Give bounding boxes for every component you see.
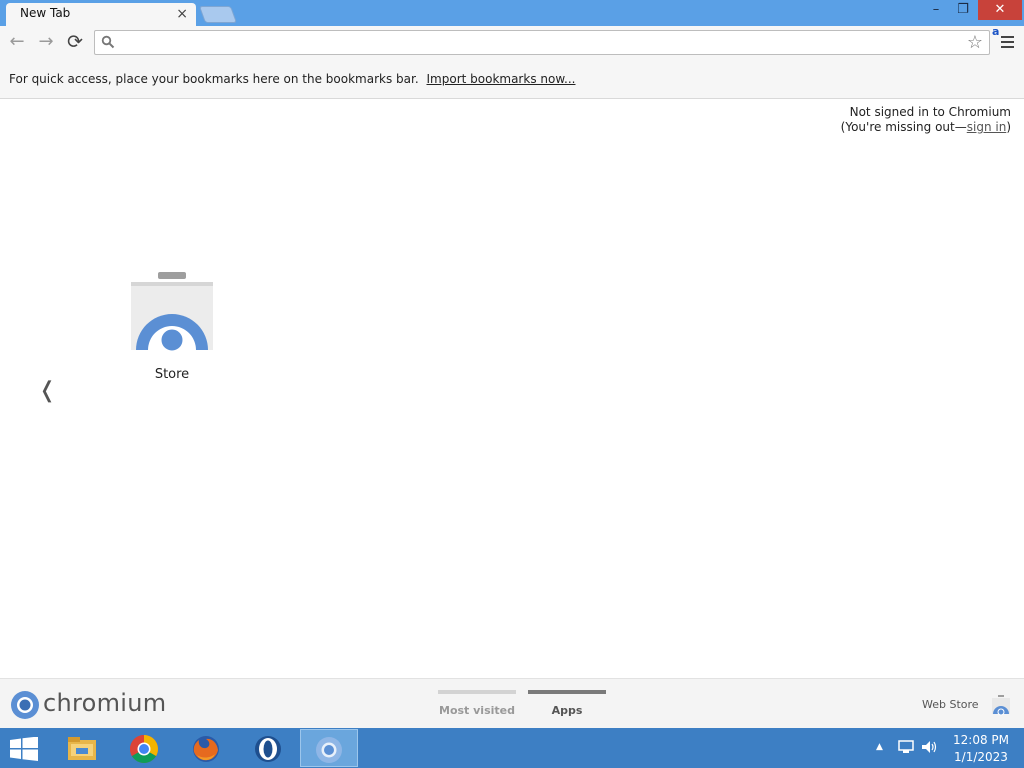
search-icon (101, 35, 115, 49)
network-icon[interactable] (898, 740, 914, 754)
signin-suffix: ) (1006, 120, 1011, 134)
store-app-tile[interactable]: Store (128, 270, 216, 382)
opera-icon (255, 736, 281, 762)
taskbar-file-explorer[interactable] (54, 729, 110, 767)
web-store-small-icon[interactable] (990, 694, 1012, 716)
tray-up-icon[interactable]: ▲ (876, 742, 883, 752)
bookmark-star-icon[interactable]: ☆ (967, 32, 983, 53)
restore-button[interactable]: ❐ (950, 0, 976, 20)
taskbar-opera[interactable] (240, 729, 296, 767)
reload-button[interactable]: ⟳ (63, 31, 87, 55)
new-tab-button[interactable] (198, 6, 238, 23)
minimize-button[interactable]: – (922, 0, 950, 20)
previous-page-arrow[interactable]: ❬ (38, 378, 56, 403)
tab-new-tab[interactable]: New Tab × (6, 3, 196, 26)
chromium-icon (316, 737, 342, 763)
store-app-label: Store (154, 367, 190, 382)
taskbar-chrome[interactable] (116, 729, 172, 767)
tab-title: New Tab (20, 6, 71, 20)
close-window-button[interactable]: ✕ (978, 0, 1022, 20)
menu-icon[interactable] (1001, 36, 1014, 51)
clock-date: 1/1/2023 (954, 750, 1008, 764)
extension-icon[interactable]: a (992, 25, 999, 38)
bookmarks-bar-message: For quick access, place your bookmarks h… (9, 72, 419, 86)
omnibox-input[interactable] (119, 33, 959, 52)
apps-label: Apps (551, 704, 583, 717)
most-visited-tab[interactable]: Most visited (438, 690, 516, 717)
sign-in-link[interactable]: sign in (967, 120, 1007, 134)
volume-icon[interactable] (921, 740, 939, 754)
apps-tab[interactable]: Apps (528, 690, 606, 717)
signin-notice: Not signed in to Chromium (You're missin… (841, 105, 1011, 135)
import-bookmarks-link[interactable]: Import bookmarks now... (427, 72, 576, 86)
taskbar-chromium[interactable] (300, 729, 358, 767)
omnibox[interactable]: ☆ (94, 30, 990, 55)
web-store-icon (131, 272, 213, 354)
chrome-icon (130, 735, 158, 763)
clock-time: 12:08 PM (953, 733, 1009, 747)
bookmarks-bar: For quick access, place your bookmarks h… (0, 60, 1024, 99)
taskbar-clock[interactable]: 12:08 PM 1/1/2023 (944, 732, 1018, 766)
chromium-logo-icon (11, 691, 39, 719)
forward-button[interactable]: → (34, 31, 58, 55)
title-bar: New Tab × – ❐ ✕ (0, 0, 1024, 26)
chromium-wordmark: chromium (43, 689, 167, 717)
web-store-link[interactable]: Web Store (922, 698, 979, 711)
most-visited-label: Most visited (439, 704, 515, 717)
toolbar: ← → ⟳ ☆ a (0, 25, 1024, 60)
signin-prefix: (You're missing out— (840, 120, 967, 134)
windows-start-icon[interactable] (9, 737, 39, 761)
file-explorer-icon (68, 737, 96, 760)
back-button[interactable]: ← (5, 31, 29, 55)
ntp-footer: chromium Most visited Apps Web Store (0, 678, 1024, 729)
taskbar-firefox[interactable] (178, 729, 234, 767)
signin-status: Not signed in to Chromium (849, 105, 1011, 119)
close-tab-icon[interactable]: × (176, 6, 188, 22)
firefox-icon (193, 736, 219, 762)
taskbar: ▲ 12:08 PM 1/1/2023 (0, 728, 1024, 768)
